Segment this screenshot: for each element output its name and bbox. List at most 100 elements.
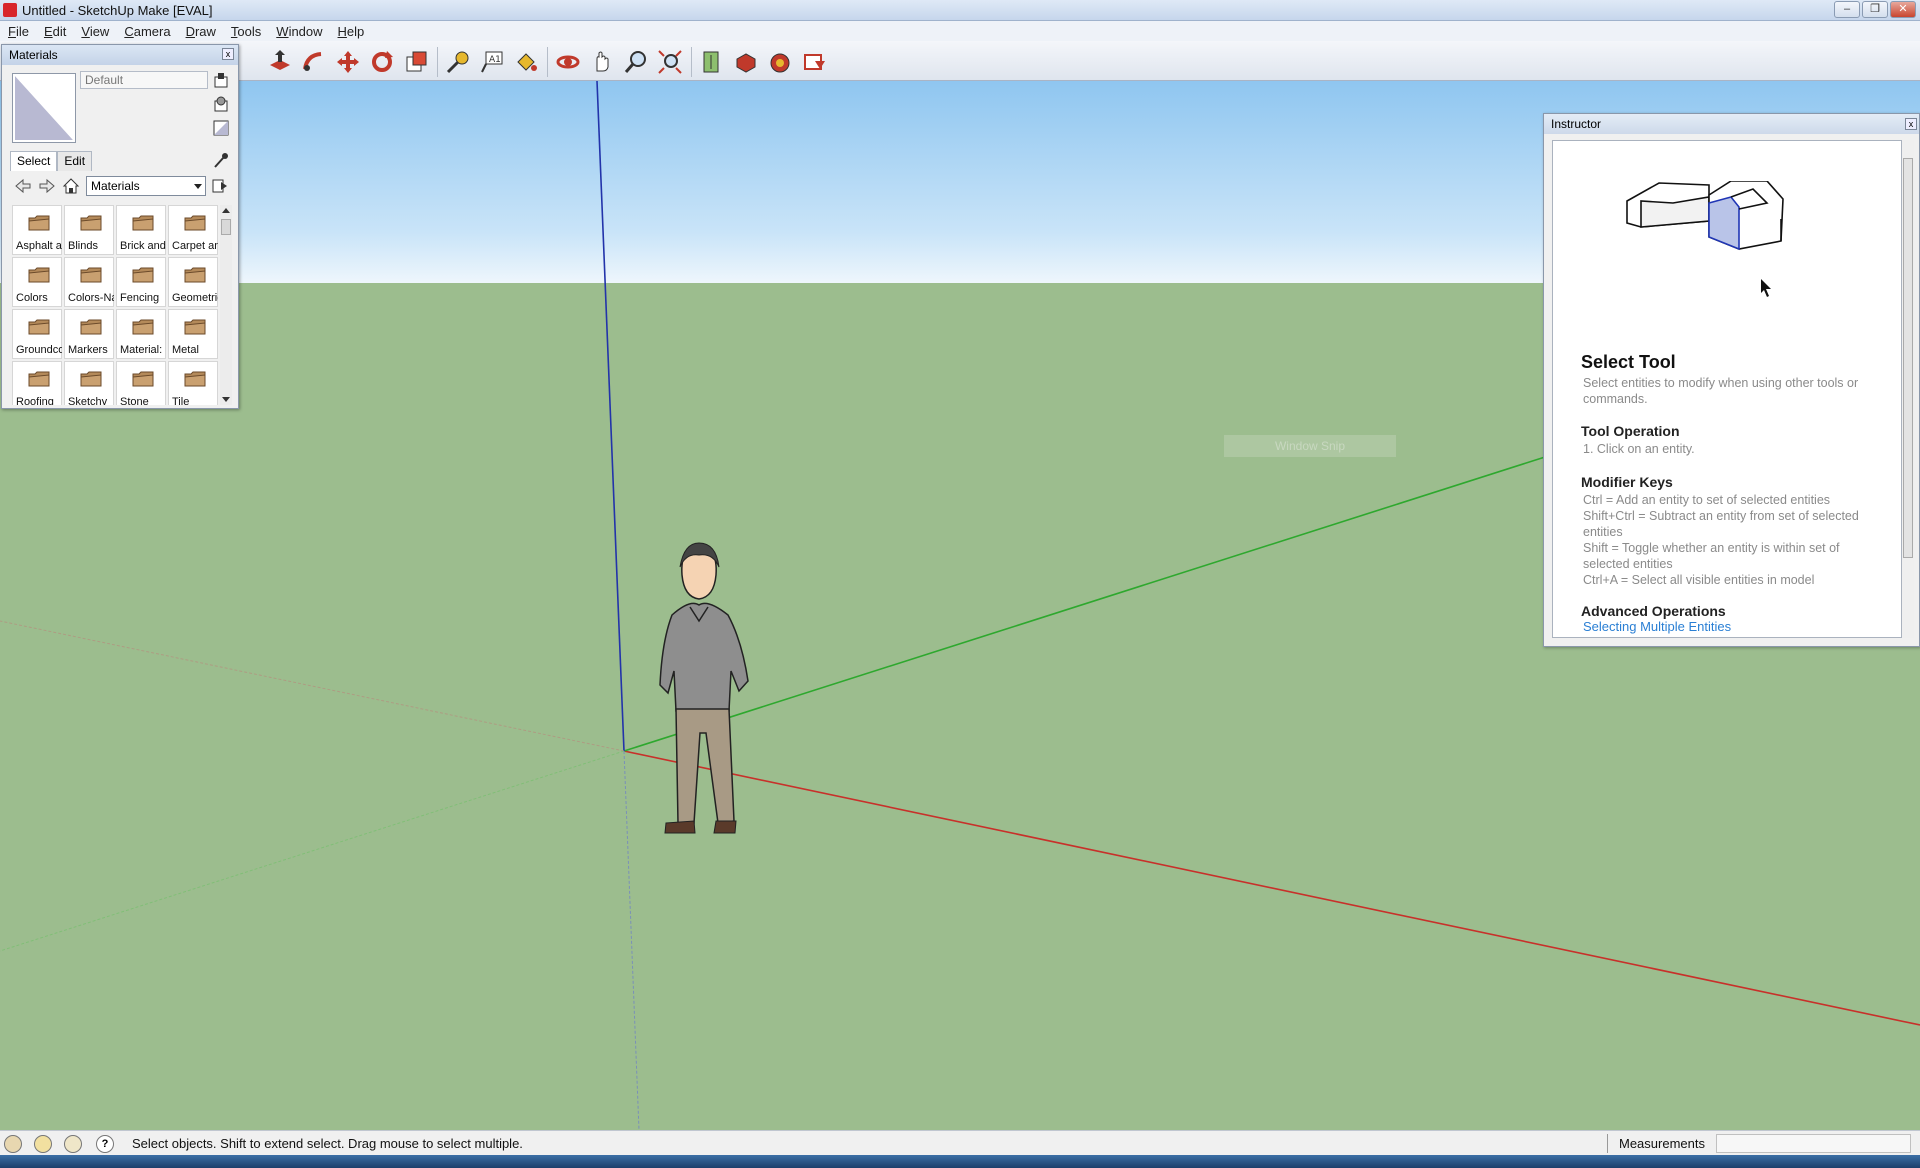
share-model-icon[interactable] (767, 49, 793, 75)
instructor-title-bar[interactable]: Instructor x (1544, 114, 1919, 134)
tab-edit[interactable]: Edit (57, 151, 93, 171)
material-folder-label: Material: (120, 344, 163, 356)
zoom-icon[interactable] (623, 49, 649, 75)
blue-axis (596, 81, 625, 752)
menu-tools[interactable]: Tools (231, 24, 261, 39)
modifier-keys-heading: Modifier Keys (1581, 474, 1673, 490)
material-folder[interactable]: Asphalt and (12, 205, 62, 255)
get-models-icon[interactable] (733, 49, 759, 75)
material-folder[interactable]: Geometric (168, 257, 218, 307)
material-folder-label: Colors (16, 292, 48, 304)
folder-icon (184, 266, 206, 283)
red-axis-negative (0, 620, 625, 752)
tab-select[interactable]: Select (10, 151, 58, 171)
text-icon[interactable]: A1 (479, 49, 505, 75)
follow-me-icon[interactable] (301, 49, 327, 75)
tool-operation-step: 1. Click on an entity. (1583, 442, 1695, 456)
forward-arrow-icon[interactable] (38, 177, 56, 195)
menu-view[interactable]: View (81, 24, 109, 39)
scroll-thumb[interactable] (221, 219, 231, 235)
material-folder[interactable]: Groundcover (12, 309, 62, 359)
close-window-button[interactable]: ✕ (1890, 1, 1916, 18)
material-folder[interactable]: Colors-Named (64, 257, 114, 307)
orbit-icon[interactable] (555, 49, 581, 75)
back-arrow-icon[interactable] (14, 177, 32, 195)
material-folder[interactable]: Roofing (12, 361, 62, 405)
rotate-icon[interactable] (369, 49, 395, 75)
menu-window[interactable]: Window (276, 24, 322, 39)
tool-operation-heading: Tool Operation (1581, 423, 1680, 439)
measurements-input[interactable] (1716, 1134, 1911, 1153)
material-folder-label: Blinds (68, 240, 98, 252)
toolbar-separator (691, 47, 692, 77)
material-folder[interactable]: Fencing (116, 257, 166, 307)
instructor-close-button[interactable]: x (1905, 118, 1917, 130)
material-folder[interactable]: Tile (168, 361, 218, 405)
materials-close-button[interactable]: x (222, 48, 234, 60)
material-folder-label: Carpet and (172, 240, 218, 252)
sample-paint-icon[interactable] (213, 151, 229, 169)
window-snip-label: Window Snip (1224, 435, 1396, 457)
instructor-scroll-thumb[interactable] (1903, 158, 1913, 558)
toolbar-separator (437, 47, 438, 77)
measurements-label: Measurements (1619, 1136, 1705, 1151)
zoom-extents-icon[interactable] (657, 49, 683, 75)
scroll-down-icon[interactable] (222, 397, 230, 402)
geo-location-icon[interactable] (4, 1135, 22, 1153)
tape-measure-icon[interactable] (445, 49, 471, 75)
material-name-field[interactable]: Default (80, 71, 208, 89)
instructor-scrollbar[interactable] (1902, 140, 1914, 638)
help-icon[interactable]: ? (96, 1135, 114, 1153)
folder-icon (132, 370, 154, 387)
material-folder[interactable]: Stone (116, 361, 166, 405)
home-icon[interactable] (62, 177, 80, 195)
material-folder[interactable]: Sketchy (64, 361, 114, 405)
paint-bucket-icon[interactable] (513, 49, 539, 75)
material-folder[interactable]: Material: (116, 309, 166, 359)
window-title: Untitled - SketchUp Make [EVAL] (22, 3, 213, 18)
credits-icon[interactable] (34, 1135, 52, 1153)
library-navigation: Materials (12, 175, 232, 197)
scroll-up-icon[interactable] (222, 208, 230, 213)
material-folder-label: Markers (68, 344, 108, 356)
move-icon[interactable] (335, 49, 361, 75)
red-axis (623, 750, 1920, 1026)
push-pull-icon[interactable] (267, 49, 293, 75)
main-toolbar: A1 (0, 41, 1920, 81)
minimize-button[interactable]: – (1834, 1, 1860, 18)
material-folder[interactable]: Carpet and (168, 205, 218, 255)
scale-figure-person[interactable] (659, 542, 749, 834)
materials-scrollbar[interactable] (220, 205, 232, 405)
materials-title-bar[interactable]: Materials x (2, 45, 238, 65)
material-folder[interactable]: Markers (64, 309, 114, 359)
menu-edit[interactable]: Edit (44, 24, 66, 39)
material-folder-label: Roofing (16, 396, 54, 405)
material-folder[interactable]: Colors (12, 257, 62, 307)
maximize-button[interactable]: ❐ (1862, 1, 1888, 18)
material-folder-label: Groundcover (16, 344, 62, 356)
user-icon[interactable] (64, 1135, 82, 1153)
details-arrow-icon[interactable] (211, 177, 229, 195)
blue-axis-negative (623, 750, 640, 1130)
default-material-icon[interactable] (212, 119, 230, 137)
display-secondary-selection-icon[interactable] (212, 71, 230, 89)
library-dropdown-value: Materials (91, 179, 140, 193)
material-folder[interactable]: Blinds (64, 205, 114, 255)
selecting-multiple-entities-link[interactable]: Selecting Multiple Entities (1583, 619, 1731, 634)
menu-camera[interactable]: Camera (124, 24, 170, 39)
menu-draw[interactable]: Draw (186, 24, 216, 39)
library-dropdown[interactable]: Materials (86, 176, 206, 196)
share-component-icon[interactable] (801, 49, 827, 75)
folder-icon (80, 370, 102, 387)
menu-file[interactable]: File (8, 24, 29, 39)
menu-bar: File Edit View Camera Draw Tools Window … (0, 21, 1920, 41)
add-location-icon[interactable] (699, 49, 725, 75)
material-folder[interactable]: Brick and (116, 205, 166, 255)
scale-icon[interactable] (403, 49, 429, 75)
pan-icon[interactable] (589, 49, 615, 75)
material-folder-label: Tile (172, 396, 190, 405)
menu-help[interactable]: Help (338, 24, 365, 39)
material-folder[interactable]: Metal (168, 309, 218, 359)
create-material-icon[interactable] (212, 95, 230, 113)
materials-panel: Materials x Default Select Edit Material… (1, 44, 239, 409)
